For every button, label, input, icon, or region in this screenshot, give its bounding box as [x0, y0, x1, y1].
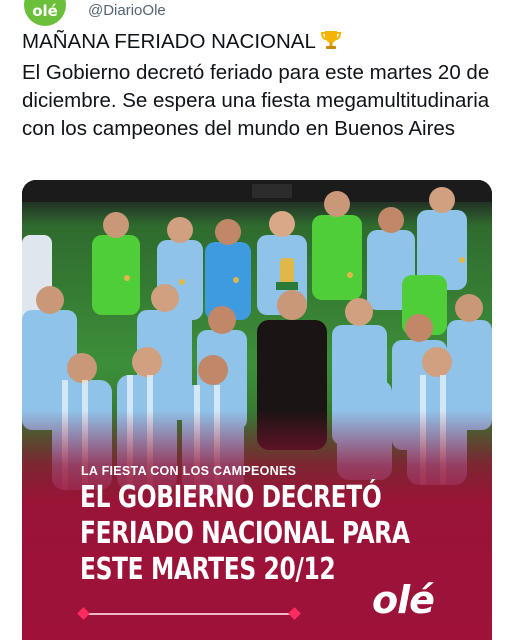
tweet-headline: MAÑANA FERIADO NACIONAL [22, 30, 316, 53]
media-headline: EL GOBIERNO DECRETÓ FERIADO NACIONAL PAR… [80, 480, 410, 588]
decorative-divider [83, 613, 295, 615]
tweet-body: El Gobierno decretó feriado para este ma… [22, 61, 490, 140]
trophy-icon [320, 29, 342, 59]
ole-logo: olé [372, 578, 435, 622]
media-kicker: LA FIESTA CON LOS CAMPEONES [81, 464, 297, 478]
tweet-media[interactable]: LA FIESTA CON LOS CAMPEONES EL GOBIERNO … [22, 180, 492, 640]
media-headline-line: ESTE MARTES 20/12 [80, 552, 336, 587]
media-headline-line: EL GOBIERNO DECRETÓ [80, 480, 382, 515]
tweet-header: olé @DiarioOle [0, 0, 512, 26]
user-handle[interactable]: @DiarioOle [88, 2, 166, 19]
avatar[interactable]: olé [24, 0, 66, 26]
avatar-logo-text: olé [32, 2, 58, 20]
tweet-text: MAÑANA FERIADO NACIONAL El Gobierno decr… [22, 28, 492, 143]
media-headline-line: FERIADO NACIONAL PARA [80, 516, 410, 551]
